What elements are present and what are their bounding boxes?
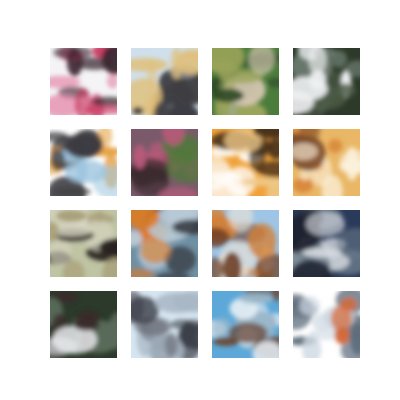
sample-tile xyxy=(131,210,198,277)
sample-tile xyxy=(293,210,360,277)
sample-tile xyxy=(131,129,198,196)
sample-tile xyxy=(50,129,117,196)
sample-tile xyxy=(131,291,198,358)
sample-blob xyxy=(140,238,171,264)
sample-image xyxy=(293,129,360,196)
sample-grid xyxy=(0,0,400,400)
sample-image xyxy=(50,129,117,196)
sample-blob xyxy=(302,247,342,258)
sample-blob xyxy=(170,319,194,330)
sample-image xyxy=(50,210,117,277)
sample-image xyxy=(212,210,279,277)
sample-blob xyxy=(299,296,320,316)
sample-image xyxy=(212,129,279,196)
sample-image xyxy=(131,129,198,196)
sample-tile xyxy=(212,291,279,358)
sample-image xyxy=(212,291,279,358)
sample-blob xyxy=(75,310,101,326)
sample-tile xyxy=(293,129,360,196)
sample-image xyxy=(131,210,198,277)
sample-tile xyxy=(293,48,360,115)
sample-tile xyxy=(293,291,360,358)
sample-blob xyxy=(132,106,144,115)
sample-tile xyxy=(50,210,117,277)
sample-blob xyxy=(133,144,147,169)
sample-tile xyxy=(50,291,117,358)
sample-blob xyxy=(55,210,87,222)
sample-image xyxy=(131,48,198,115)
sample-blob xyxy=(305,211,345,237)
sample-blob xyxy=(309,70,327,90)
sample-blob xyxy=(161,83,195,106)
sample-blob xyxy=(64,133,103,159)
sample-tile xyxy=(212,48,279,115)
sample-blob xyxy=(50,149,65,171)
sample-blob xyxy=(212,337,240,347)
sample-blob xyxy=(212,88,244,103)
sample-image xyxy=(50,48,117,115)
sample-blob xyxy=(335,83,356,98)
sample-blob xyxy=(238,292,274,304)
sample-blob xyxy=(328,139,343,153)
sample-tile xyxy=(131,48,198,115)
sample-tile xyxy=(212,210,279,277)
sample-blob xyxy=(248,223,277,258)
sample-image xyxy=(131,291,198,358)
sample-blob xyxy=(165,332,178,358)
sample-blob xyxy=(93,211,106,222)
sample-blob xyxy=(330,305,352,331)
sample-image xyxy=(50,291,117,358)
sample-image xyxy=(293,48,360,115)
sample-tile xyxy=(212,129,279,196)
sample-tile xyxy=(50,48,117,115)
sample-image xyxy=(293,210,360,277)
sample-image xyxy=(212,48,279,115)
sample-image xyxy=(293,291,360,358)
